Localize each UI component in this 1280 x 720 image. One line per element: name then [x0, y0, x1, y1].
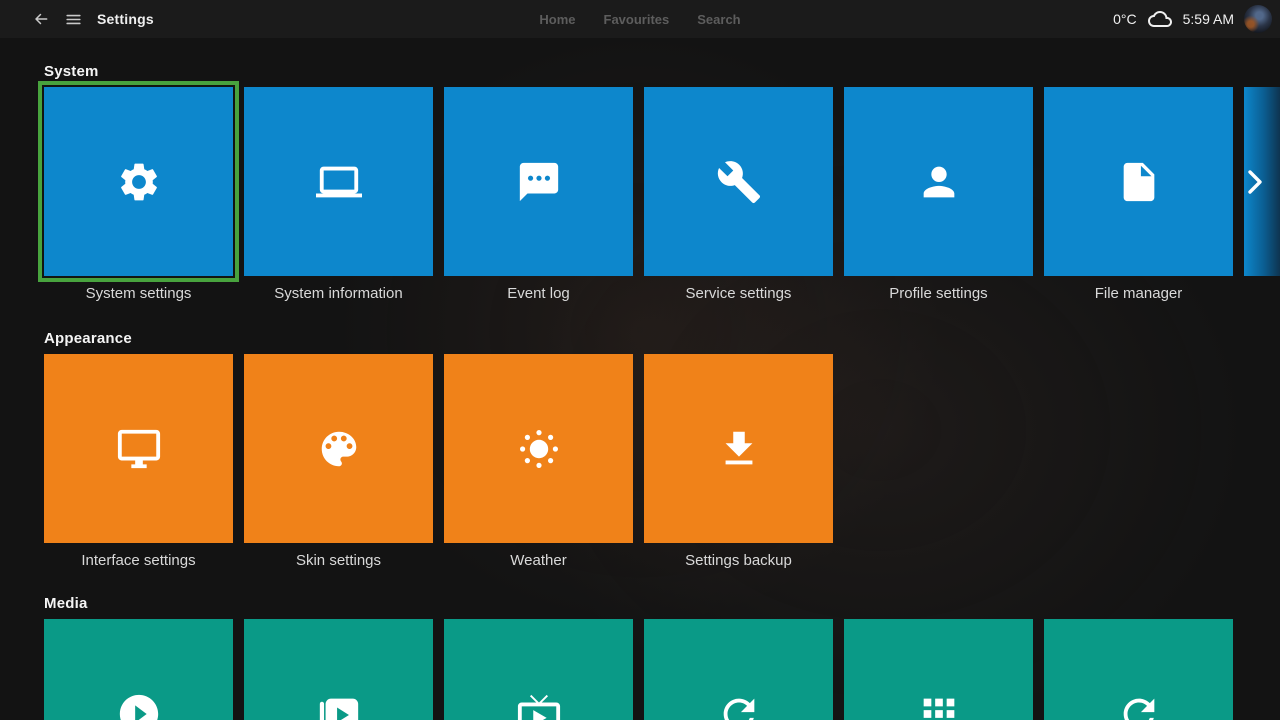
top-bar: Settings Home Favourites Search 0°C 5:59…	[0, 0, 1280, 38]
tile-label: Interface settings	[44, 552, 233, 569]
palette-icon	[316, 426, 362, 472]
gear-icon	[116, 159, 162, 205]
section-title-system: System	[44, 63, 1280, 80]
nav-item-favourites[interactable]: Favourites	[604, 12, 670, 27]
tile-weather[interactable]	[444, 354, 633, 543]
tile-media-refresh-2[interactable]	[1044, 619, 1233, 720]
settings-grid: System System settings System informatio…	[0, 38, 1280, 720]
tile-media-refresh-1[interactable]	[644, 619, 833, 720]
live-tv-icon	[516, 691, 562, 720]
video-playlist-icon	[316, 691, 362, 720]
section-title-media: Media	[44, 595, 1280, 612]
tile-profile-settings[interactable]	[844, 87, 1033, 276]
back-button[interactable]	[30, 9, 50, 29]
page-title: Settings	[97, 11, 154, 27]
play-circle-icon	[116, 691, 162, 720]
tile-label: Service settings	[644, 285, 833, 302]
tile-file-manager[interactable]	[1044, 87, 1233, 276]
wrench-icon	[716, 159, 762, 205]
clock-label: 5:59 AM	[1183, 11, 1234, 27]
tile-settings-backup[interactable]	[644, 354, 833, 543]
tile-media-settings[interactable]	[244, 619, 433, 720]
temperature-label: 0°C	[1113, 11, 1137, 27]
nav-item-search[interactable]: Search	[697, 12, 740, 27]
apps-grid-icon	[916, 691, 962, 720]
laptop-icon	[316, 159, 362, 205]
cloud-icon	[1147, 8, 1173, 30]
tile-interface-settings[interactable]	[44, 354, 233, 543]
tile-event-log[interactable]	[444, 87, 633, 276]
section-media: Media	[44, 595, 1280, 720]
section-title-appearance: Appearance	[44, 330, 1280, 347]
back-arrow-icon	[30, 9, 50, 29]
tile-label: Profile settings	[844, 285, 1033, 302]
tile-label: Weather	[444, 552, 633, 569]
refresh-icon	[716, 691, 762, 720]
menu-button[interactable]	[64, 10, 83, 29]
tile-label: System information	[244, 285, 433, 302]
person-icon	[916, 159, 962, 205]
chevron-right-icon	[1247, 167, 1263, 197]
hamburger-menu-icon	[64, 10, 83, 29]
monitor-icon	[116, 426, 162, 472]
tile-system-more[interactable]	[1244, 87, 1280, 276]
tile-skin-settings[interactable]	[244, 354, 433, 543]
tile-live-tv[interactable]	[444, 619, 633, 720]
topbar-nav: Home Favourites Search	[539, 0, 740, 38]
file-icon	[1116, 159, 1162, 205]
tile-label: System settings	[44, 285, 233, 302]
nav-item-home[interactable]: Home	[539, 12, 575, 27]
sun-icon	[515, 425, 563, 473]
tile-system-information[interactable]	[244, 87, 433, 276]
user-avatar[interactable]	[1244, 5, 1272, 33]
tile-label: Skin settings	[244, 552, 433, 569]
refresh-icon	[1116, 691, 1162, 720]
tile-media-library[interactable]	[844, 619, 1033, 720]
tile-label: Settings backup	[644, 552, 833, 569]
tile-media-player[interactable]	[44, 619, 233, 720]
download-icon	[716, 426, 762, 472]
section-system: System System settings System informatio…	[44, 63, 1280, 302]
chat-bubble-icon	[516, 159, 562, 205]
tile-service-settings[interactable]	[644, 87, 833, 276]
section-appearance: Appearance Interface settings Skin setti…	[44, 330, 1280, 569]
tile-label: Event log	[444, 285, 633, 302]
tile-label: File manager	[1044, 285, 1233, 302]
tile-system-settings[interactable]	[44, 87, 233, 276]
